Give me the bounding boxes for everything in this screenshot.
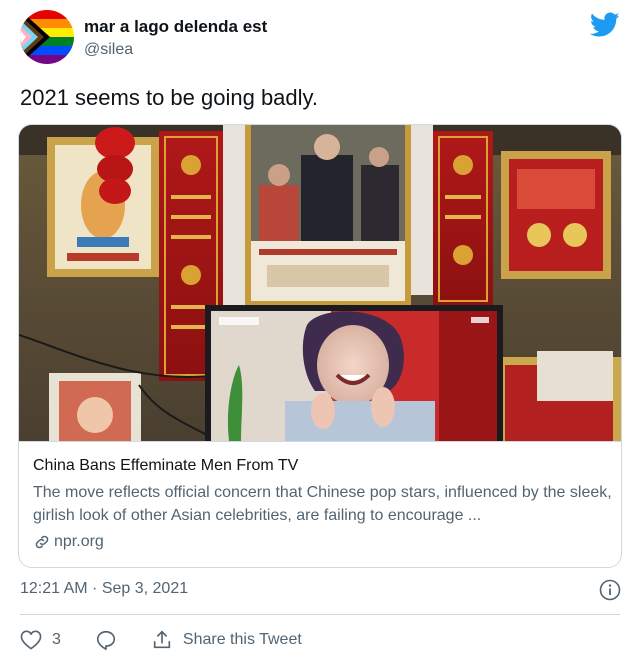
author-display-name[interactable]: mar a lago delenda est <box>84 16 267 38</box>
avatar[interactable] <box>20 10 74 64</box>
tweet-timestamp[interactable]: 12:21 AM · Sep 3, 2021 <box>20 580 188 598</box>
card-image[interactable] <box>19 125 621 442</box>
pride-flag-avatar-icon <box>20 10 74 64</box>
card-body[interactable]: China Bans Effeminate Men From TV The mo… <box>33 455 613 553</box>
like-count: 3 <box>52 631 61 648</box>
share-button[interactable]: Share this Tweet <box>151 629 302 651</box>
share-icon <box>153 630 171 649</box>
twitter-bird-icon[interactable] <box>589 12 620 38</box>
action-bar: 3 Share this Tweet <box>20 626 302 654</box>
link-card[interactable]: China Bans Effeminate Men From TV The mo… <box>18 124 622 568</box>
author-handle[interactable]: @silea <box>84 39 267 61</box>
card-domain[interactable]: npr.org <box>33 531 613 553</box>
link-icon <box>35 535 49 549</box>
info-icon[interactable] <box>598 578 622 602</box>
heart-icon <box>20 630 42 650</box>
share-label[interactable]: Share this Tweet <box>183 631 302 649</box>
card-photo <box>19 125 621 441</box>
card-domain-text[interactable]: npr.org <box>54 531 104 553</box>
reply-bubble-icon <box>96 630 115 650</box>
like-button[interactable]: 3 <box>20 630 61 650</box>
divider <box>20 614 620 615</box>
card-description: The move reflects official concern that … <box>33 484 612 524</box>
tweet-text: 2021 seems to be going badly. <box>20 85 319 110</box>
author-block[interactable]: mar a lago delenda est @silea <box>84 16 267 61</box>
card-title[interactable]: China Bans Effeminate Men From TV <box>33 455 613 477</box>
reply-button[interactable] <box>95 629 117 651</box>
